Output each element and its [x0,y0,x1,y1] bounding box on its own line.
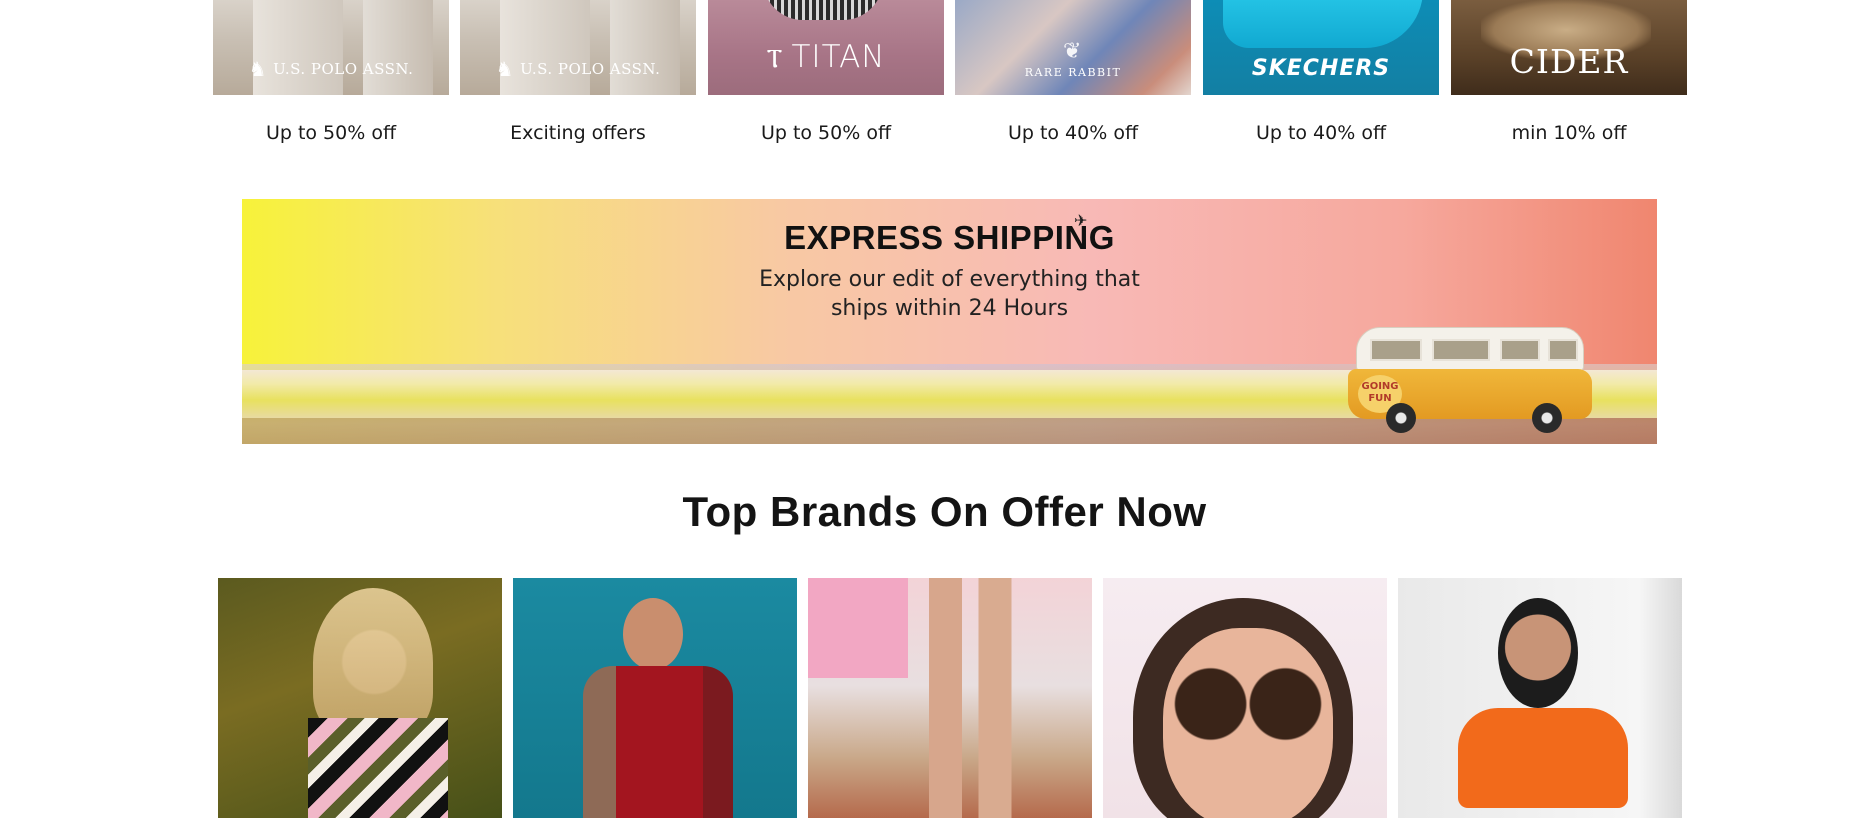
brand-offer-label: Exciting offers [510,122,646,144]
van-window [1370,339,1422,361]
brand-offer-label: Up to 40% off [1255,122,1387,144]
bird-icon: ✈ [1074,211,1088,230]
van-window [1500,339,1540,361]
brand-card-us-polo-1[interactable]: ♞ U.S. POLO ASSN. Up to 50% off [213,0,449,150]
top-brand-card[interactable] [1103,578,1387,818]
banner-title: EXPRESS SHIPPING [784,219,1115,256]
brand-logo: ❦ RARE RABBIT [955,39,1191,79]
brand-image-us-polo[interactable]: ♞ U.S. POLO ASSN. [213,0,449,95]
brand-card-titan[interactable]: Ⲧ TITAN Up to 50% off [708,0,944,150]
van-wheel [1386,403,1416,433]
polo-horse-icon: ♞ [495,57,515,81]
brand-image-titan[interactable]: Ⲧ TITAN [708,0,944,95]
brand-logo-text: RARE RABBIT [1024,66,1122,79]
brand-logo: ♞ U.S. POLO ASSN. [460,57,696,81]
brand-image-us-polo[interactable]: ♞ U.S. POLO ASSN. [460,0,696,95]
top-brand-card[interactable] [1398,578,1682,818]
titan-mark-icon: Ⲧ [766,44,784,74]
top-brand-card[interactable] [513,578,797,818]
banner-subtitle: Explore our edit of everything that ship… [242,265,1657,323]
brand-offer-label: Up to 40% off [1007,122,1139,144]
brand-card-skechers[interactable]: SKECHERS Up to 40% off [1203,0,1439,150]
brand-logo: Ⲧ TITAN [708,39,944,75]
brand-image-skechers[interactable]: SKECHERS [1203,0,1439,95]
banner-subtitle-line2: ships within 24 Hours [830,296,1069,321]
brand-card-rare-rabbit[interactable]: ❦ RARE RABBIT Up to 40% off [955,0,1191,150]
brand-logo-text: U.S. POLO ASSN. [520,60,661,78]
top-brand-card[interactable] [218,578,502,818]
banner-subtitle-line1: Explore our edit of everything that [759,267,1140,292]
brand-image-rare-rabbit[interactable]: ❦ RARE RABBIT [955,0,1191,95]
van-wheel [1532,403,1562,433]
brand-card-us-polo-2[interactable]: ♞ U.S. POLO ASSN. Exciting offers [460,0,696,150]
top-brand-card[interactable] [808,578,1092,818]
section-title: Top Brands On Offer Now [682,488,1207,535]
brand-logo-text: TITAN [791,39,886,75]
brand-logo: ♞ U.S. POLO ASSN. [213,57,449,81]
brand-logo-text: U.S. POLO ASSN. [273,60,414,78]
brand-offer-label: Up to 50% off [265,122,397,144]
express-shipping-banner[interactable]: EXPRESS SHIPPING ✈ Explore our edit of e… [242,199,1657,444]
polo-horse-icon: ♞ [248,57,268,81]
top-brands-row [218,578,1682,818]
brand-logo: SKECHERS [1251,56,1391,81]
van-window [1432,339,1490,361]
brand-offer-label: Up to 50% off [760,122,892,144]
brand-image-cider[interactable]: CIDER [1451,0,1687,95]
van-window [1548,339,1578,361]
brand-logo: CIDER [1509,42,1629,81]
rabbit-emblem-icon: ❦ [1063,39,1083,64]
brand-card-cider[interactable]: CIDER min 10% off [1451,0,1687,150]
brand-offer-strip: ♞ U.S. POLO ASSN. Up to 50% off ♞ U.S. POL… [213,0,1687,160]
brand-offer-label: min 10% off [1511,122,1627,144]
van-illustration: GOING FUN [1342,327,1598,433]
